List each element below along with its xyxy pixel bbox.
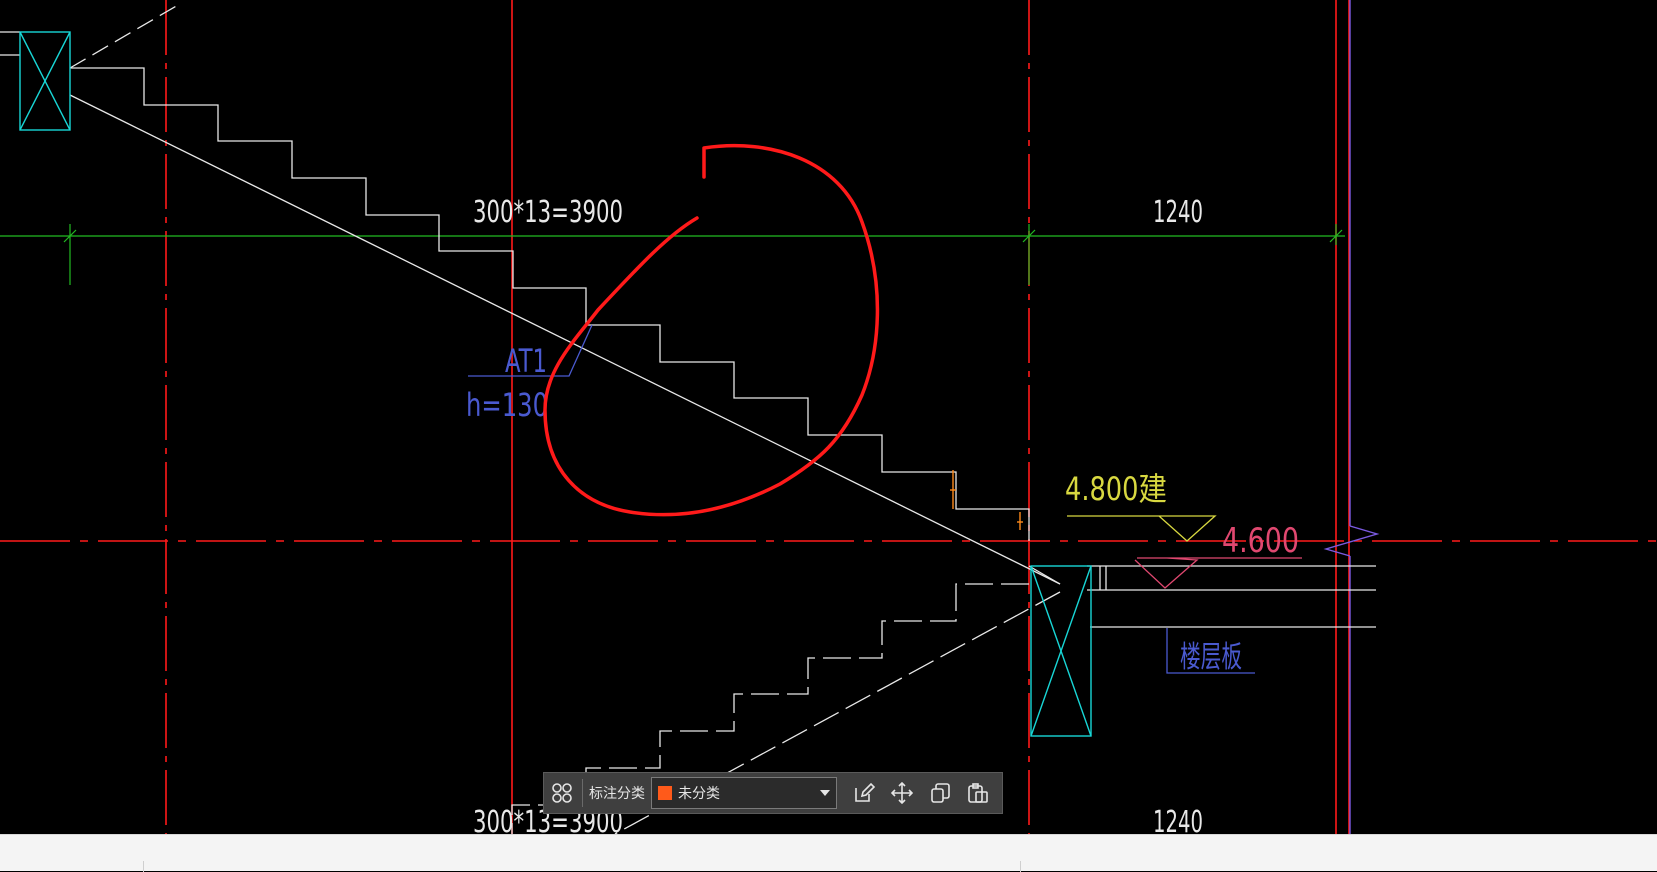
small-marks xyxy=(950,470,1023,530)
elevation-structural: 4.600 xyxy=(1134,521,1302,589)
status-bar xyxy=(0,834,1657,872)
paste-icon[interactable] xyxy=(959,773,997,813)
stair-flight-upper xyxy=(0,4,1376,628)
toolbar-separator xyxy=(582,779,583,807)
chevron-down-icon xyxy=(820,790,830,796)
dimension-landing-top: 1240 xyxy=(1153,195,1203,230)
category-label: 标注分类 xyxy=(589,786,645,802)
dimension-run-top: 300*13=3900 xyxy=(473,195,623,230)
copy-icon[interactable] xyxy=(921,773,959,813)
dimension-line xyxy=(0,224,1345,285)
elevation-struct-label: 4.600 xyxy=(1222,521,1299,561)
axis-grid-lines xyxy=(0,0,1657,834)
move-icon[interactable] xyxy=(883,773,921,813)
annotation-toolbar: 标注分类 未分类 xyxy=(543,772,1003,814)
stair-tag-label: AT1 xyxy=(505,342,547,380)
edit-icon[interactable] xyxy=(845,773,883,813)
cad-drawing-canvas[interactable]: 300*13=3900 1240 300*13=3900 1240 AT1 h=… xyxy=(0,0,1657,834)
status-bar-divider xyxy=(143,861,144,872)
stair-thickness-label: h=130 xyxy=(466,386,548,424)
boundary-line xyxy=(1323,0,1380,834)
category-color-swatch xyxy=(658,786,672,800)
elevation-architectural: 4.800建 xyxy=(1065,470,1217,542)
status-bar-divider xyxy=(1020,861,1021,872)
column-upper-left xyxy=(19,31,71,131)
dimension-landing-bottom: 1240 xyxy=(1153,805,1203,834)
column-lower-right xyxy=(1030,565,1092,737)
floor-slab-tag: 楼层板 xyxy=(1166,628,1255,675)
grid-icon[interactable] xyxy=(544,773,580,813)
elevation-arch-label: 4.800建 xyxy=(1065,470,1167,508)
category-dropdown[interactable]: 未分类 xyxy=(651,777,837,809)
floor-slab-label: 楼层板 xyxy=(1180,640,1242,675)
category-value: 未分类 xyxy=(678,786,720,802)
